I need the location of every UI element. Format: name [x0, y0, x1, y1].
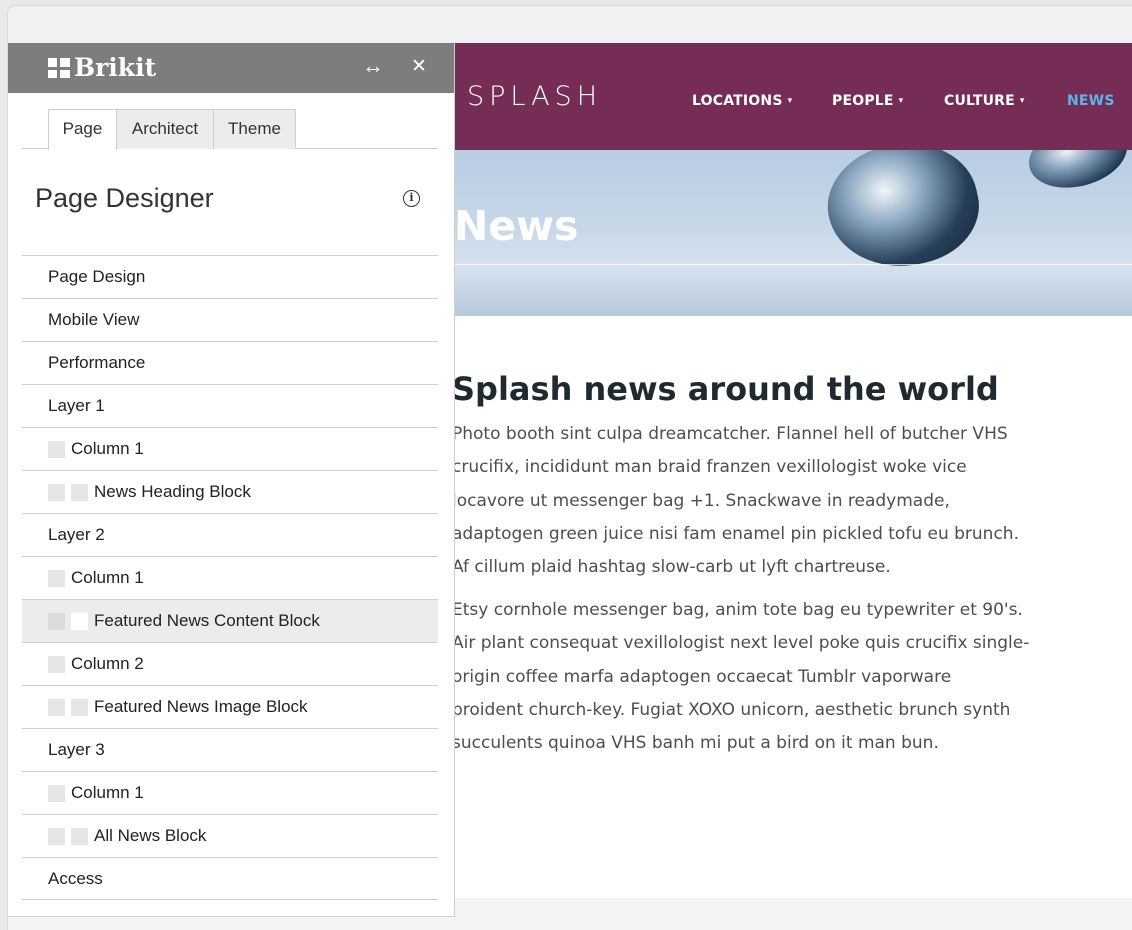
tree-item-block-selected[interactable]: Featured News Content Block [22, 599, 438, 642]
tab-architect[interactable]: Architect [116, 109, 214, 149]
info-icon[interactable]: i [403, 190, 420, 207]
designer-tree: Page Design Mobile View Performance Laye… [22, 255, 438, 900]
tree-item-column[interactable]: Column 2 [22, 642, 438, 685]
tree-item-access[interactable]: Access [22, 857, 438, 900]
column-icon [48, 569, 65, 587]
column-icon [48, 784, 65, 802]
tree-item-block[interactable]: News Heading Block [22, 470, 438, 513]
nav-culture[interactable]: CULTURE ▾ [944, 93, 1025, 109]
tree-item-label: Page Design [48, 267, 146, 286]
block-icon [71, 698, 88, 716]
block-icon [71, 827, 88, 845]
tree-item-mobile-view[interactable]: Mobile View [22, 298, 438, 341]
tree-item-block[interactable]: Featured News Image Block [22, 685, 438, 728]
expand-arrows-icon[interactable]: ↔ [362, 53, 384, 79]
brikit-logo-icon [48, 57, 70, 78]
tree-item-label: Layer 2 [48, 525, 105, 544]
tree-item-column[interactable]: Column 1 [22, 427, 438, 470]
hero-divider [454, 264, 1132, 265]
article-title: Splash news around the world [452, 370, 999, 408]
tree-item-column[interactable]: Column 1 [22, 771, 438, 814]
tree-item-label: Access [48, 868, 103, 888]
tree-item-layer-1[interactable]: Layer 1 [22, 384, 438, 427]
column-icon [48, 655, 65, 673]
browser-frame: SPLASH LOCATIONS ▾ PEOPLE ▾ CULTURE ▾ NEWS … [7, 5, 1132, 930]
block-icon [48, 483, 65, 501]
nav-label: CULTURE [944, 93, 1015, 109]
hero-title: News [454, 202, 579, 250]
nav-people[interactable]: PEOPLE ▾ [832, 93, 903, 109]
tree-item-label: Layer 1 [48, 396, 105, 415]
ice-cube-image [1021, 150, 1132, 198]
nav-news[interactable]: NEWS [1067, 93, 1115, 109]
tree-item-performance[interactable]: Performance [22, 341, 438, 384]
caret-down-icon: ▾ [1019, 96, 1025, 106]
nav-label: PEOPLE [832, 93, 894, 109]
tree-item-label: Performance [48, 353, 146, 372]
article-paragraph: Photo booth sint culpa dreamcatcher. Fla… [452, 424, 1019, 578]
tree-item-label: Column 1 [71, 439, 144, 458]
block-icon [71, 612, 88, 630]
tree-item-label: Layer 3 [48, 740, 105, 759]
tree-item-layer-2[interactable]: Layer 2 [22, 513, 438, 556]
block-icon [48, 612, 65, 630]
tree-item-column[interactable]: Column 1 [22, 556, 438, 599]
tree-item-block[interactable]: All News Block [22, 814, 438, 857]
tree-item-layer-3[interactable]: Layer 3 [22, 728, 438, 771]
caret-down-icon: ▾ [898, 96, 904, 106]
tree-item-label: Column 1 [71, 568, 144, 587]
tree-item-label: Featured News Image Block [94, 697, 308, 716]
tab-page[interactable]: Page [48, 109, 117, 150]
panel-title: Page Designer [35, 183, 214, 213]
brikit-logo: Brikit [48, 53, 156, 82]
nav-locations[interactable]: LOCATIONS ▾ [692, 93, 792, 109]
tab-theme[interactable]: Theme [213, 109, 296, 149]
ice-cube-image [816, 150, 990, 281]
tree-item-label: Mobile View [48, 310, 140, 329]
article-paragraph: Etsy cornhole messenger bag, anim tote b… [452, 600, 1030, 754]
tree-item-label: Column 1 [71, 783, 144, 802]
close-icon[interactable]: ✕ [411, 55, 427, 78]
nav-label: LOCATIONS [692, 93, 783, 109]
page-designer-panel: Brikit ↔ ✕ Page Architect Theme Page Des… [8, 43, 455, 917]
panel-header: Brikit ↔ ✕ [8, 43, 454, 93]
site-brand[interactable]: SPLASH [467, 81, 602, 112]
tree-item-label: Column 2 [71, 654, 144, 673]
tree-item-label: All News Block [94, 826, 207, 845]
tree-item-label: Featured News Content Block [94, 611, 320, 630]
block-icon [48, 698, 65, 716]
tree-item-page-design[interactable]: Page Design [22, 255, 438, 298]
block-icon [48, 827, 65, 845]
block-icon [71, 483, 88, 501]
tree-item-label: News Heading Block [94, 482, 251, 501]
nav-label: NEWS [1067, 93, 1115, 109]
brikit-logo-text: Brikit [74, 53, 157, 82]
caret-down-icon: ▾ [787, 96, 793, 106]
column-icon [48, 440, 65, 458]
panel-tabs: Page Architect Theme [22, 109, 438, 150]
